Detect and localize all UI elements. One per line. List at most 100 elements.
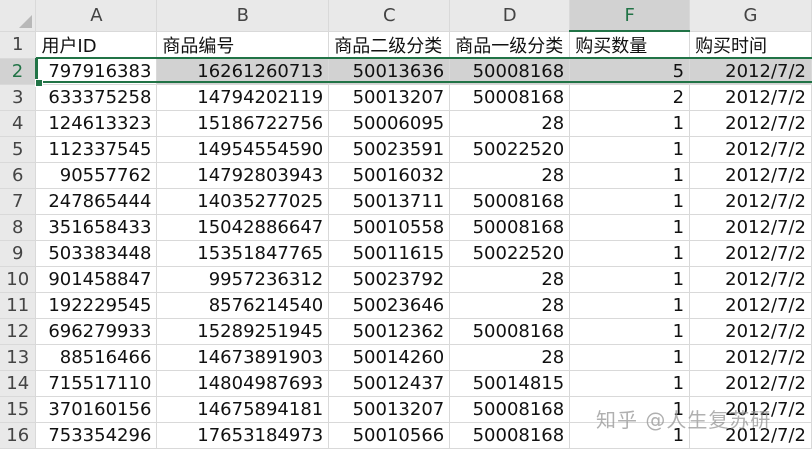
cell[interactable]: 14792803943 (156, 162, 330, 189)
cell[interactable]: 2012/7/2 (689, 318, 812, 345)
row-header[interactable]: 1 (0, 31, 37, 59)
cell[interactable]: 2012/7/2 (689, 292, 812, 319)
cell[interactable]: 15186722756 (156, 110, 330, 137)
cell[interactable]: 50012437 (328, 370, 451, 397)
cell[interactable]: 1 (569, 344, 691, 371)
cell[interactable]: 50006095 (328, 110, 451, 137)
row-header[interactable]: 13 (0, 344, 37, 371)
cell[interactable]: 1 (569, 214, 691, 241)
cell[interactable]: 2012/7/2 (689, 214, 812, 241)
row-header[interactable]: 2 (0, 58, 37, 85)
cell[interactable]: 50023792 (328, 266, 451, 293)
row-header[interactable]: 5 (0, 136, 37, 163)
cell[interactable]: 1 (569, 162, 691, 189)
cell[interactable]: 50011615 (328, 240, 451, 267)
cell[interactable]: 50013207 (328, 84, 451, 111)
cell[interactable]: 28 (449, 162, 571, 189)
cell[interactable]: 用户ID (35, 31, 158, 59)
cell[interactable]: 50014260 (328, 344, 451, 371)
cell[interactable]: 1 (569, 136, 691, 163)
cell[interactable]: 28 (449, 110, 571, 137)
row-header[interactable]: 6 (0, 162, 37, 189)
cell[interactable]: 50022520 (449, 240, 571, 267)
cell[interactable]: 15289251945 (156, 318, 330, 345)
cell[interactable]: 28 (449, 292, 571, 319)
cell[interactable]: 28 (449, 266, 571, 293)
cell[interactable]: 商品编号 (156, 31, 330, 59)
cell[interactable]: 50022520 (449, 136, 571, 163)
cell[interactable]: 9957236312 (156, 266, 330, 293)
cell[interactable]: 1 (569, 370, 691, 397)
row-header[interactable]: 15 (0, 396, 37, 423)
cell[interactable]: 2012/7/2 (689, 266, 812, 293)
column-header-f[interactable]: F (569, 0, 691, 32)
cell[interactable]: 50012362 (328, 318, 451, 345)
cell[interactable]: 14035277025 (156, 188, 330, 215)
cell[interactable]: 2012/7/2 (689, 110, 812, 137)
cell[interactable]: 15351847765 (156, 240, 330, 267)
cell[interactable]: 1 (569, 292, 691, 319)
cell[interactable]: 14673891903 (156, 344, 330, 371)
cell[interactable]: 购买数量 (569, 31, 691, 59)
cell[interactable]: 1 (569, 110, 691, 137)
cell[interactable]: 192229545 (35, 292, 158, 319)
row-header[interactable]: 11 (0, 292, 37, 319)
cell[interactable]: 90557762 (35, 162, 158, 189)
cell[interactable]: 351658433 (35, 214, 158, 241)
cell[interactable]: 1 (569, 266, 691, 293)
cell[interactable]: 124613323 (35, 110, 158, 137)
cell[interactable]: 14804987693 (156, 370, 330, 397)
cell[interactable]: 2012/7/2 (689, 136, 812, 163)
cell[interactable]: 50008168 (449, 84, 571, 111)
cell[interactable]: 14954554590 (156, 136, 330, 163)
cell[interactable]: 2012/7/2 (689, 188, 812, 215)
cell[interactable]: 753354296 (35, 422, 158, 449)
cell[interactable]: 696279933 (35, 318, 158, 345)
cell[interactable]: 50008168 (449, 318, 571, 345)
cell[interactable]: 2012/7/2 (689, 162, 812, 189)
cell[interactable]: 1 (569, 240, 691, 267)
active-cell[interactable]: 797916383 (35, 58, 158, 85)
cell[interactable]: 247865444 (35, 188, 158, 215)
cell[interactable]: 2012/7/2 (689, 370, 812, 397)
row-header[interactable]: 3 (0, 84, 37, 111)
cell[interactable]: 14675894181 (156, 396, 330, 423)
cell[interactable]: 370160156 (35, 396, 158, 423)
column-header-c[interactable]: C (328, 0, 451, 32)
row-header[interactable]: 7 (0, 188, 37, 215)
cell[interactable]: 88516466 (35, 344, 158, 371)
row-header[interactable]: 10 (0, 266, 37, 293)
cell[interactable]: 50008168 (449, 422, 571, 449)
cell[interactable]: 633375258 (35, 84, 158, 111)
cell[interactable]: 50008168 (449, 396, 571, 423)
cell[interactable]: 2012/7/2 (689, 84, 812, 111)
cell[interactable]: 112337545 (35, 136, 158, 163)
column-header-g[interactable]: G (689, 0, 812, 32)
cell[interactable]: 50023591 (328, 136, 451, 163)
row-header[interactable]: 14 (0, 370, 37, 397)
cell[interactable]: 50013636 (328, 58, 451, 85)
cell[interactable]: 50008168 (449, 58, 571, 85)
cell[interactable]: 5 (569, 58, 691, 85)
cell[interactable]: 8576214540 (156, 292, 330, 319)
cell[interactable]: 16261260713 (156, 58, 330, 85)
cell[interactable]: 28 (449, 344, 571, 371)
cell[interactable]: 1 (569, 188, 691, 215)
cell[interactable]: 17653184973 (156, 422, 330, 449)
row-header[interactable]: 8 (0, 214, 37, 241)
row-header[interactable]: 16 (0, 422, 37, 449)
cell[interactable]: 2012/7/2 (689, 240, 812, 267)
cell[interactable]: 购买时间 (689, 31, 812, 59)
cell[interactable]: 2012/7/2 (689, 344, 812, 371)
column-header-b[interactable]: B (156, 0, 330, 32)
cell[interactable]: 50014815 (449, 370, 571, 397)
cell[interactable]: 50010558 (328, 214, 451, 241)
cell[interactable]: 50008168 (449, 214, 571, 241)
row-header[interactable]: 9 (0, 240, 37, 267)
cell[interactable]: 50016032 (328, 162, 451, 189)
cell[interactable]: 503383448 (35, 240, 158, 267)
cell[interactable]: 50023646 (328, 292, 451, 319)
cell[interactable]: 14794202119 (156, 84, 330, 111)
cell[interactable]: 715517110 (35, 370, 158, 397)
cell[interactable]: 50010566 (328, 422, 451, 449)
